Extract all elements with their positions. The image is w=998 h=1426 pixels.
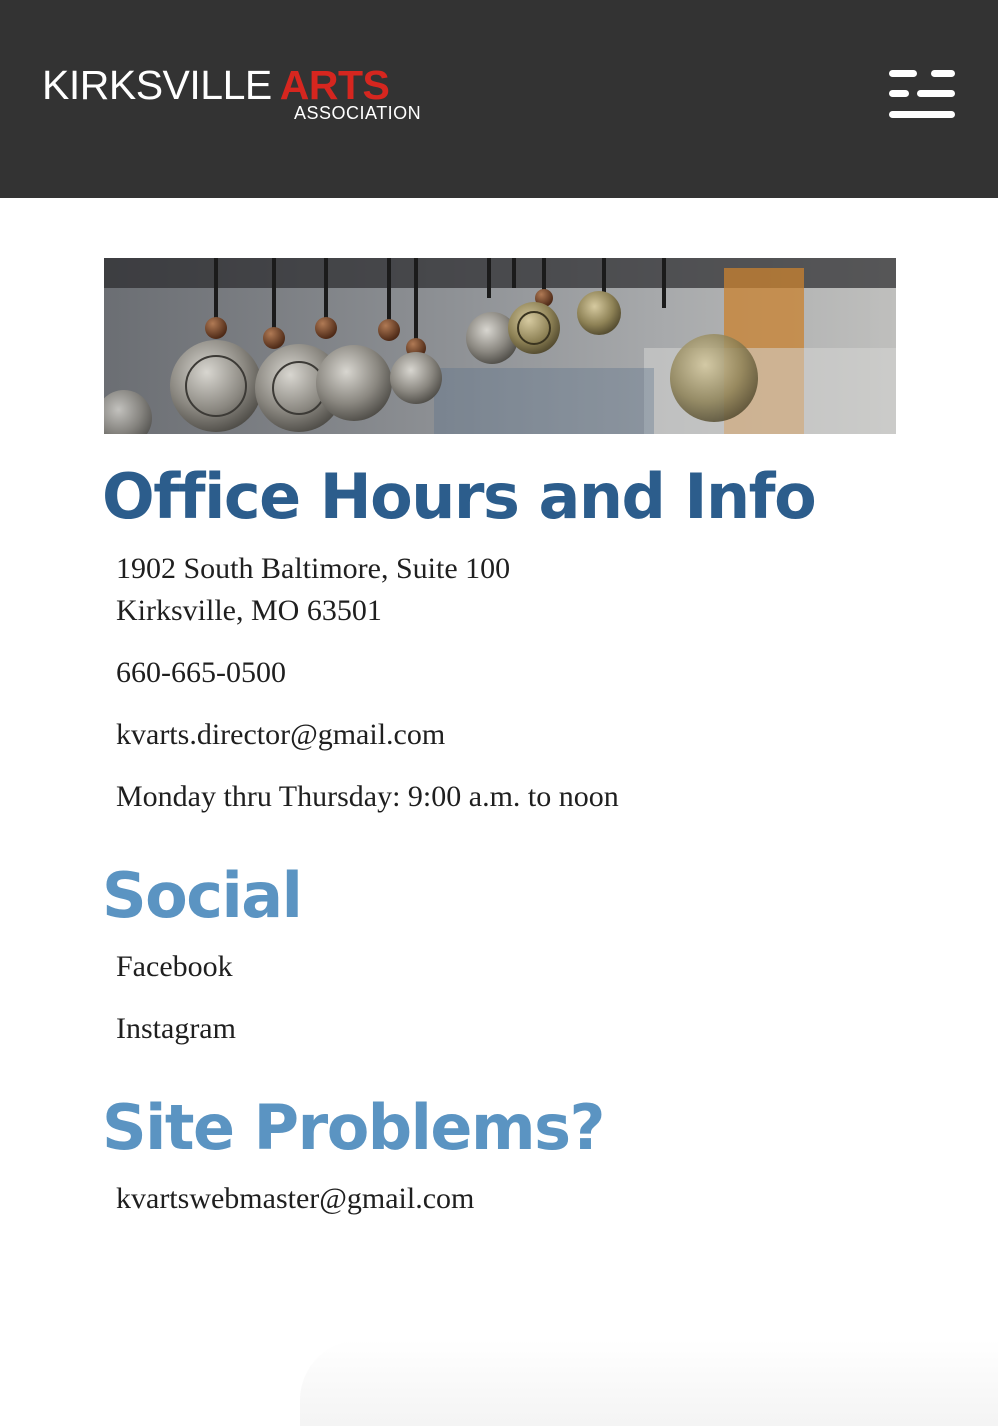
address-line-2: Kirksville, MO 63501 xyxy=(116,594,382,627)
office-heading: Office Hours and Info xyxy=(102,460,817,533)
address-line-1: 1902 South Baltimore, Suite 100 xyxy=(116,552,511,585)
office-hours-text: Monday thru Thursday: 9:00 a.m. to noon xyxy=(116,780,619,813)
instagram-link[interactable]: Instagram xyxy=(116,1009,236,1049)
webmaster-email-link[interactable]: kvartswebmaster@gmail.com xyxy=(116,1179,474,1219)
phone-link[interactable]: 660-665-0500 xyxy=(116,653,286,693)
logo-word-association: ASSOCIATION xyxy=(294,103,422,123)
hamburger-menu-icon[interactable] xyxy=(887,68,957,122)
logo-word-kirksville: KIRKSVILLE xyxy=(42,62,272,108)
director-email-link[interactable]: kvarts.director@gmail.com xyxy=(116,715,445,755)
banner-image xyxy=(104,258,896,434)
site-logo[interactable]: KIRKSVILLE ARTS ASSOCIATION xyxy=(42,62,432,128)
site-problems-heading: Site Problems? xyxy=(102,1091,605,1164)
site-header: KIRKSVILLE ARTS ASSOCIATION xyxy=(0,0,998,198)
social-heading: Social xyxy=(102,859,303,932)
bottom-shadow xyxy=(300,1340,998,1426)
facebook-link[interactable]: Facebook xyxy=(116,947,233,987)
